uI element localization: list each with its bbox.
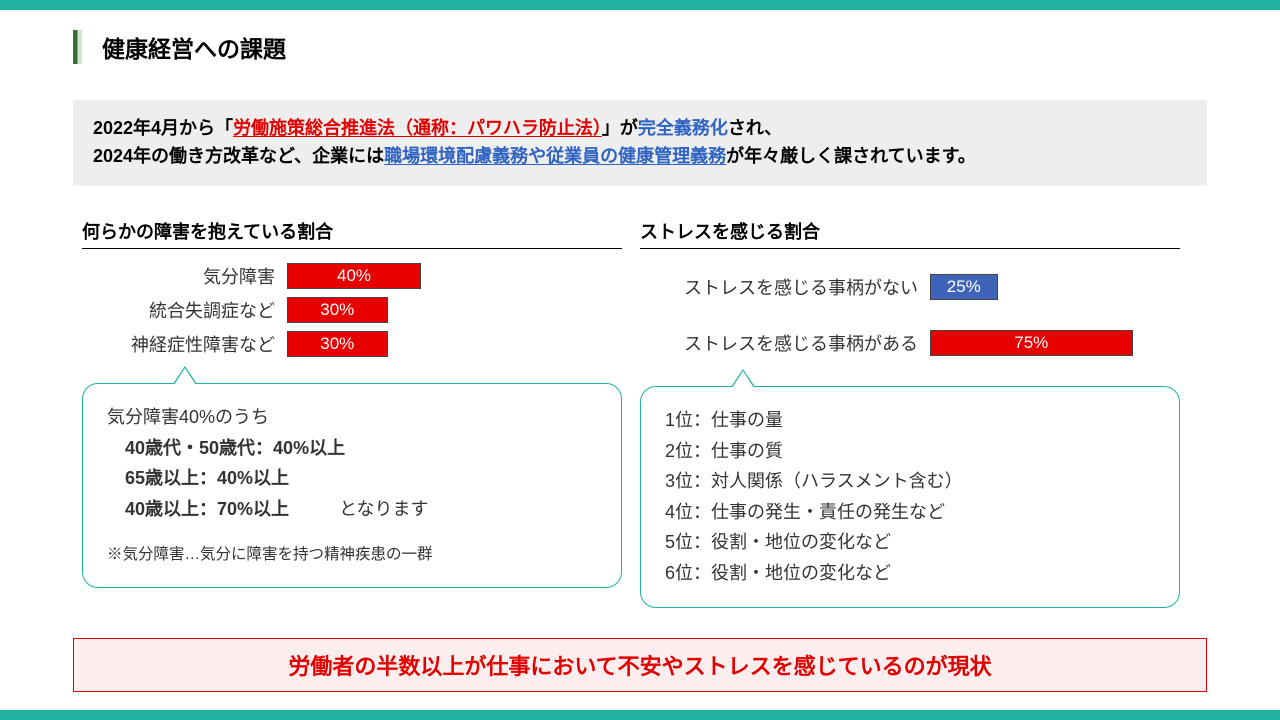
bar-chart-disorders: 気分障害40%統合失調症など30%神経症性障害など30% [82, 263, 622, 357]
left-heading: 何らかの障害を抱えている割合 [82, 218, 622, 249]
intro-obligations: 職場環境配慮義務や従業員の健康管理義務 [384, 146, 726, 166]
bar-value: 30% [287, 331, 388, 357]
rank-item-1: 1位：仕事の量 [665, 405, 1155, 436]
callout-line-3-row: 40歳以上：70%以上 となります [107, 494, 597, 525]
bar-label: 神経症性障害など [82, 331, 287, 357]
bar-label: 統合失調症など [82, 297, 287, 323]
callout-tail-text: となります [339, 499, 428, 519]
callout-line-3: 40歳以上：70%以上 [125, 499, 289, 519]
slide: 健康経営への課題 2022年4月から「労働施策総合推進法（通称：パワハラ防止法）… [0, 0, 1280, 720]
bar-label: ストレスを感じる事柄がない [640, 274, 930, 300]
intro-text-f: 2024年の働き方改革など、企業には [93, 146, 384, 166]
bar-label: ストレスを感じる事柄がある [640, 330, 930, 356]
intro-text-c: 」が [602, 118, 638, 138]
bar-row: ストレスを感じる事柄がない25% [640, 274, 1180, 300]
callout-line-1: 40歳代・50歳代：40%以上 [107, 433, 597, 464]
callout-line-2: 65歳以上：40%以上 [107, 463, 597, 494]
slide-title: 健康経営への課題 [102, 30, 286, 64]
intro-text-e: され、 [728, 118, 782, 138]
callout-tail-icon [173, 366, 197, 384]
bar-row: 気分障害40% [82, 263, 622, 289]
conclusion-banner: 労働者の半数以上が仕事において不安やストレスを感じているのが現状 [73, 638, 1207, 692]
bar-row: 神経症性障害など30% [82, 331, 622, 357]
intro-text-h: が年々厳しく課されています。 [726, 146, 976, 166]
bar-value: 75% [930, 330, 1133, 356]
rank-item-3: 3位：対人関係（ハラスメント含む） [665, 466, 1155, 497]
callout-left: 気分障害40%のうち 40歳代・50歳代：40%以上 65歳以上：40%以上 4… [82, 383, 622, 588]
callout-tail-icon [731, 369, 755, 387]
bar-row: 統合失調症など30% [82, 297, 622, 323]
rank-item-5: 5位：役割・地位の変化など [665, 527, 1155, 558]
bar-value: 25% [930, 274, 998, 300]
right-column: ストレスを感じる割合 ストレスを感じる事柄がない25% ストレスを感じる事柄がある… [640, 218, 1180, 608]
callout-lead: 気分障害40%のうち [107, 402, 597, 433]
intro-law-name: 労働施策総合推進法（通称：パワハラ防止法） [233, 118, 602, 138]
intro-banner: 2022年4月から「労働施策総合推進法（通称：パワハラ防止法）」が完全義務化され… [73, 100, 1207, 186]
bar-chart-stress: ストレスを感じる事柄がない25% ストレスを感じる事柄がある75% [640, 274, 1180, 356]
title-accent-bar [73, 30, 82, 64]
callout-footnote: ※気分障害…気分に障害を持つ精神疾患の一群 [107, 542, 597, 568]
bar-value: 30% [287, 297, 388, 323]
right-heading: ストレスを感じる割合 [640, 218, 1180, 249]
slide-title-row: 健康経営への課題 [73, 30, 286, 64]
rank-item-6: 6位：役割・地位の変化など [665, 558, 1155, 589]
intro-mandatory: 完全義務化 [638, 118, 728, 138]
left-column: 何らかの障害を抱えている割合 気分障害40%統合失調症など30%神経症性障害など… [82, 218, 622, 588]
bar-row: ストレスを感じる事柄がある75% [640, 330, 1180, 356]
rank-item-4: 4位：仕事の発生・責任の発生など [665, 497, 1155, 528]
bar-value: 40% [287, 263, 421, 289]
callout-right: 1位：仕事の量 2位：仕事の質 3位：対人関係（ハラスメント含む） 4位：仕事の… [640, 386, 1180, 608]
intro-text-a: 2022年4月から「 [93, 118, 233, 138]
rank-item-2: 2位：仕事の質 [665, 436, 1155, 467]
bar-label: 気分障害 [82, 263, 287, 289]
